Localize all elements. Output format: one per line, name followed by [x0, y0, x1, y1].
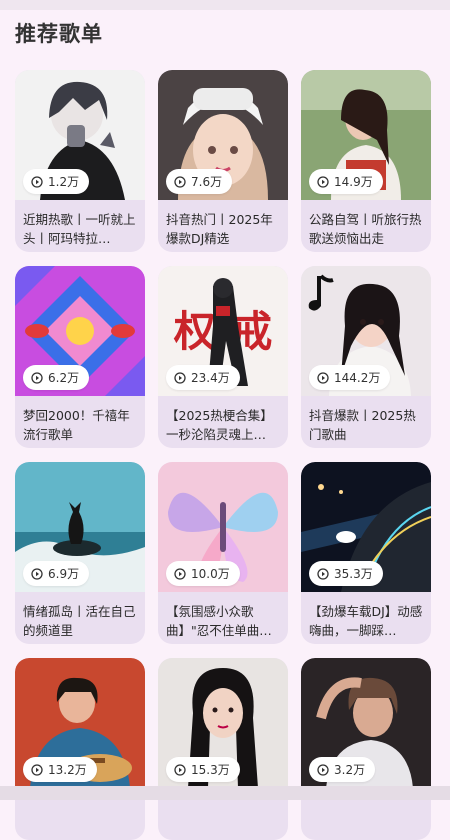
play-count-badge: 14.9万: [309, 169, 383, 194]
playlist-card[interactable]: 13.2万: [15, 658, 145, 840]
playlist-title: 【劲爆车载DJ】动感嗨曲，一脚踩…: [309, 604, 423, 638]
play-circle-icon: [317, 175, 329, 188]
play-count-badge: 35.3万: [309, 561, 383, 586]
playlist-title: 情绪孤岛丨活在自己的频道里: [23, 604, 136, 638]
play-count: 23.4万: [191, 371, 230, 385]
play-count-badge: 1.2万: [23, 169, 90, 194]
play-circle-icon: [174, 175, 186, 188]
play-circle-icon: [174, 371, 186, 384]
play-circle-icon: [317, 567, 329, 580]
play-count: 6.2万: [48, 371, 80, 385]
play-count: 13.2万: [48, 763, 87, 777]
play-count-badge: 15.3万: [166, 757, 240, 782]
play-circle-icon: [317, 371, 329, 384]
play-count: 3.2万: [334, 763, 366, 777]
play-circle-icon: [31, 763, 43, 776]
playlist-card[interactable]: 权 戒 23.4万 【2025热梗合集】一秒沦陷灵魂上…: [158, 266, 288, 448]
playlist-title: 抖音爆款丨2025热门歌曲: [309, 408, 416, 442]
playlist-card[interactable]: 15.3万: [158, 658, 288, 840]
play-count: 10.0万: [191, 567, 230, 581]
play-circle-icon: [174, 763, 186, 776]
play-count-badge: 10.0万: [166, 561, 240, 586]
playlist-card[interactable]: 10.0万 【氛围感小众歌曲】"忍不住单曲…: [158, 462, 288, 644]
playlist-card[interactable]: 35.3万 【劲爆车载DJ】动感嗨曲，一脚踩…: [301, 462, 431, 644]
playlist-title: 梦回2000！千禧年流行歌单: [23, 408, 130, 442]
play-count: 35.3万: [334, 567, 373, 581]
play-count-badge: 23.4万: [166, 365, 240, 390]
playlist-title: 【2025热梗合集】一秒沦陷灵魂上…: [166, 408, 273, 442]
playlist-card[interactable]: 14.9万 公路自驾丨听旅行热歌送烦恼出走: [301, 70, 431, 252]
playlist-card[interactable]: 6.2万 梦回2000！千禧年流行歌单: [15, 266, 145, 448]
playlist-card[interactable]: 144.2万 抖音爆款丨2025热门歌曲: [301, 266, 431, 448]
play-count-badge: 3.2万: [309, 757, 376, 782]
play-count: 1.2万: [48, 175, 80, 189]
play-count-badge: 6.2万: [23, 365, 90, 390]
play-count: 15.3万: [191, 763, 230, 777]
play-count: 144.2万: [334, 371, 381, 385]
play-circle-icon: [31, 371, 43, 384]
bottom-bar: [0, 786, 450, 800]
play-count-badge: 6.9万: [23, 561, 90, 586]
play-count-badge: 7.6万: [166, 169, 233, 194]
play-circle-icon: [31, 175, 43, 188]
play-count: 14.9万: [334, 175, 373, 189]
playlist-title: 抖音热门丨2025年爆款DJ精选: [166, 212, 273, 246]
play-circle-icon: [174, 567, 186, 580]
play-count: 7.6万: [191, 175, 223, 189]
play-circle-icon: [317, 763, 329, 776]
playlist-card[interactable]: 7.6万 抖音热门丨2025年爆款DJ精选: [158, 70, 288, 252]
play-count-badge: 13.2万: [23, 757, 97, 782]
playlist-title: 公路自驾丨听旅行热歌送烦恼出走: [309, 212, 422, 246]
play-count: 6.9万: [48, 567, 80, 581]
playlist-title: 近期热歌丨一听就上头丨阿玛特拉…: [23, 212, 136, 246]
play-count-badge: 144.2万: [309, 365, 391, 390]
playlist-card[interactable]: 1.2万 近期热歌丨一听就上头丨阿玛特拉…: [15, 70, 145, 252]
playlist-card[interactable]: 3.2万: [301, 658, 431, 840]
play-circle-icon: [31, 567, 43, 580]
playlist-grid: 1.2万 近期热歌丨一听就上头丨阿玛特拉… 7.6万 抖音热门丨2025年爆款D…: [0, 0, 450, 840]
playlist-title: 【氛围感小众歌曲】"忍不住单曲…: [166, 604, 272, 638]
playlist-card[interactable]: 6.9万 情绪孤岛丨活在自己的频道里: [15, 462, 145, 644]
